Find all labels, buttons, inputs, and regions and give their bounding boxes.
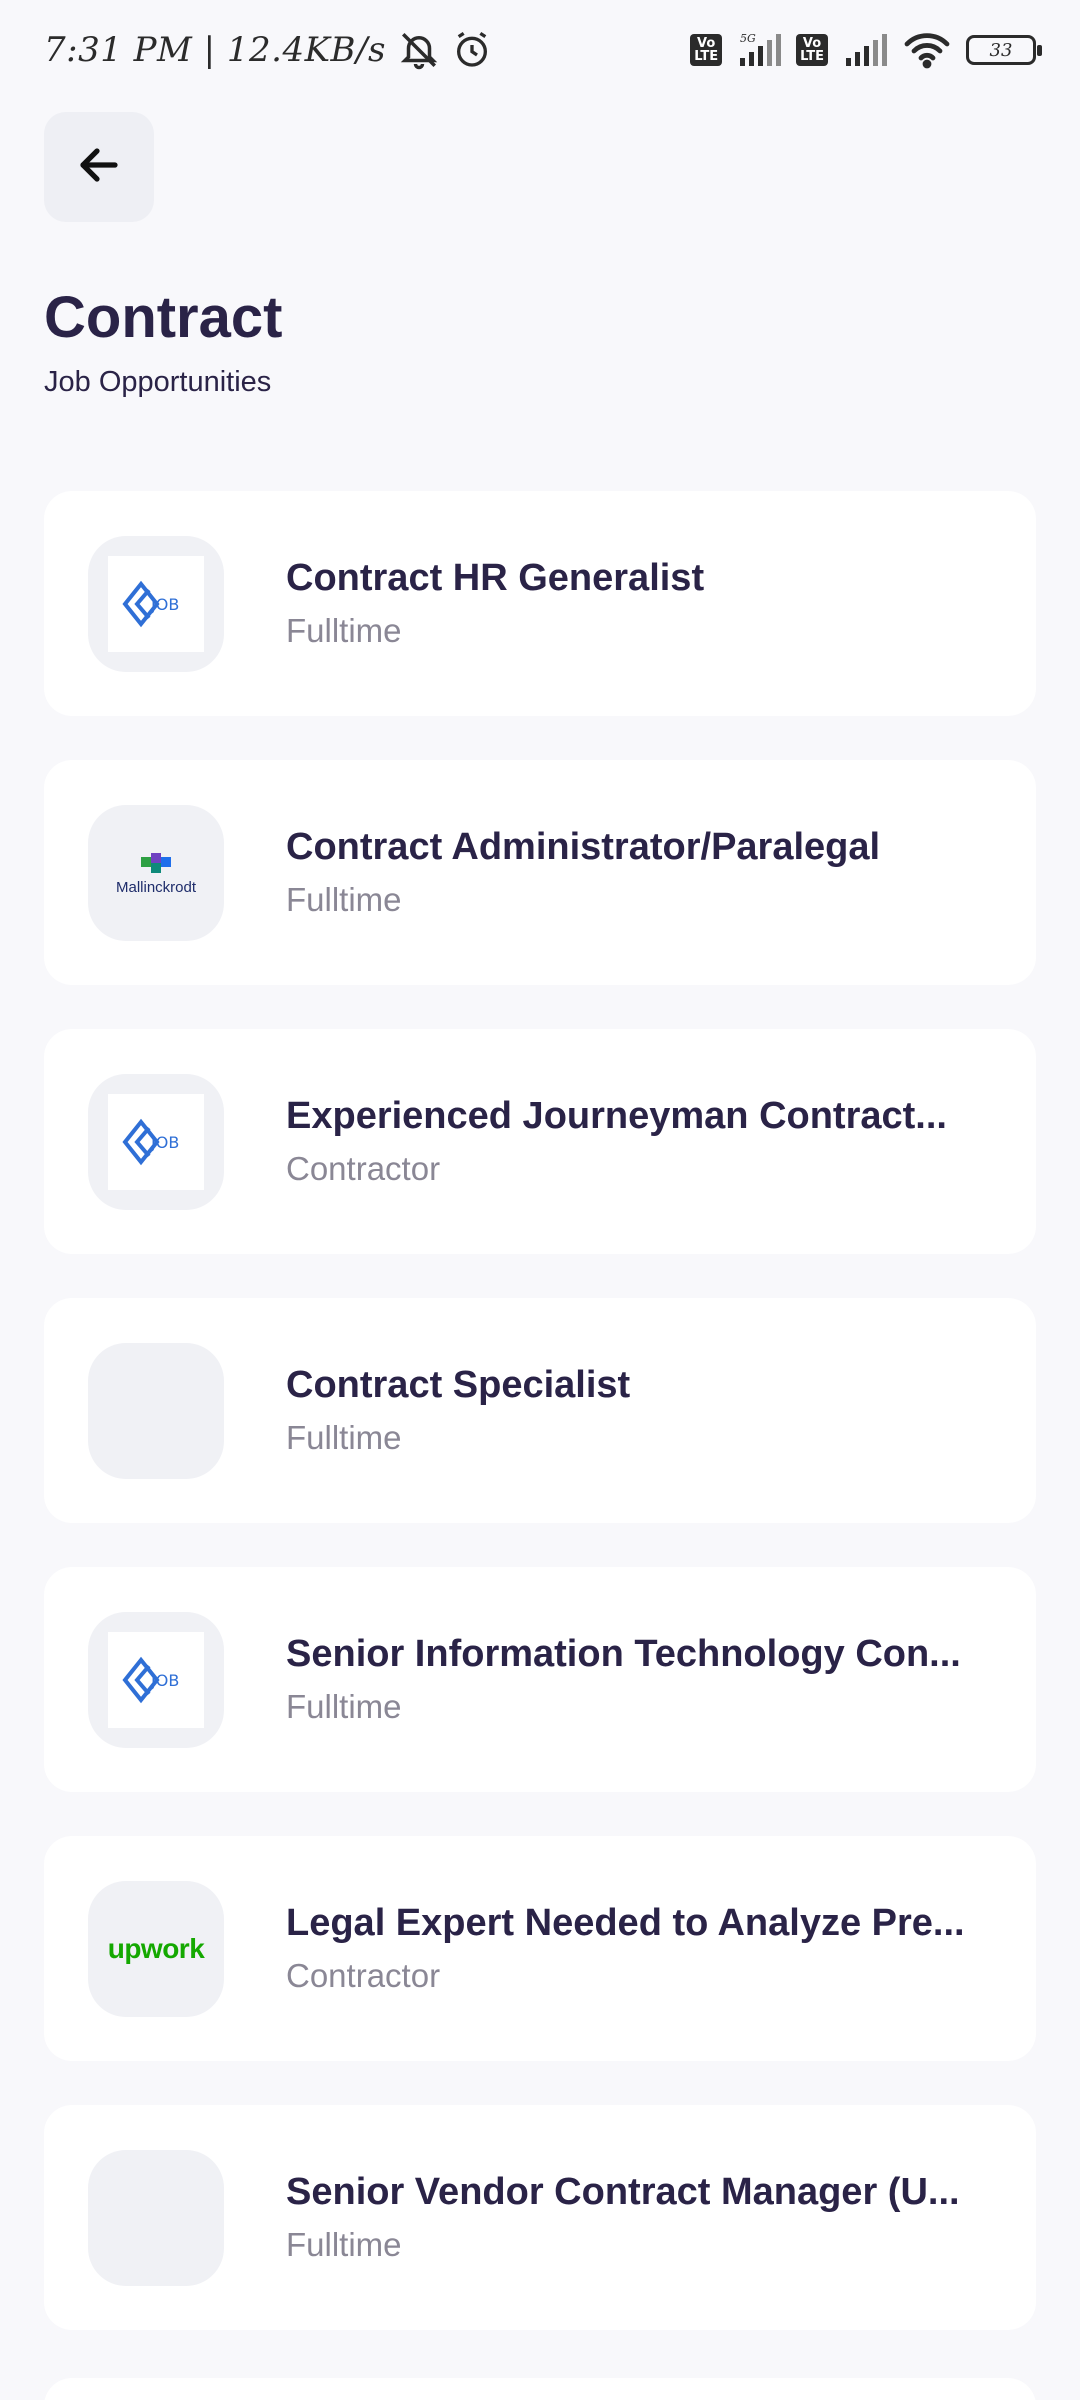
upwork-logo: upwork: [107, 1932, 205, 1964]
status-right: Vo LTE 5G Vo LTE 33: [690, 30, 1042, 70]
company-logo: upwork: [88, 1880, 224, 2017]
job-card[interactable]: JOB Senior Information Technology Con...…: [44, 1567, 1036, 1792]
job-type: Contractor: [286, 1957, 441, 1994]
job-title: Senior Vendor Contract Manager (U...: [286, 2171, 960, 2213]
job-card[interactable]: Senior Vendor Contract Manager (U... Ful…: [44, 2105, 1036, 2330]
company-logo: JOB: [88, 1611, 224, 1748]
arrow-left-icon: [75, 141, 123, 193]
job-card[interactable]: JOB Contract HR Generalist Fulltime: [44, 491, 1036, 716]
alarm-icon: [452, 30, 492, 70]
company-logo-placeholder: [88, 1342, 224, 1479]
svg-text:JOB: JOB: [150, 1133, 179, 1152]
job-title: Senior Information Technology Con...: [286, 1633, 961, 1675]
job-logo-icon: JOB: [122, 1656, 179, 1703]
job-title: Contract Specialist: [286, 1364, 631, 1406]
job-title: Contract Administrator/Paralegal: [286, 826, 881, 868]
battery-icon: 33: [966, 35, 1042, 65]
job-type: Contractor: [286, 1150, 441, 1187]
mallinckrodt-logo-text: Mallinckrodt: [115, 879, 197, 896]
job-title: Experienced Journeyman Contract...: [286, 1095, 947, 1137]
job-card[interactable]: Mallinckrodt Contract Administrator/Para…: [44, 760, 1036, 985]
volte-icon: Vo LTE: [690, 34, 723, 66]
job-list: JOB Contract HR Generalist Fulltime Mall…: [44, 491, 1036, 2374]
company-logo-placeholder: [88, 2149, 224, 2286]
signal-icon: [842, 32, 888, 68]
job-type: Fulltime: [286, 1419, 402, 1456]
job-card[interactable]: JOB Experienced Journeyman Contract... C…: [44, 1029, 1036, 1254]
page-title: Contract: [44, 285, 283, 350]
svg-text:JOB: JOB: [150, 595, 179, 614]
svg-text:5G: 5G: [740, 32, 756, 45]
volte-icon-2: Vo LTE: [796, 34, 828, 66]
wifi-icon: [902, 30, 952, 70]
job-type: Fulltime: [286, 881, 402, 918]
muted-bell-icon: [398, 29, 440, 71]
status-left: 7:31 PM | 12.4KB/s: [44, 29, 492, 71]
job-type: Fulltime: [286, 2226, 402, 2263]
job-title: Legal Expert Needed to Analyze Pre...: [286, 1902, 965, 1944]
mallinckrodt-logo: Mallinckrodt: [116, 849, 196, 896]
company-logo: JOB: [88, 1073, 224, 1210]
status-time: 7:31 PM | 12.4KB/s: [44, 30, 386, 70]
svg-text:JOB: JOB: [150, 1671, 179, 1690]
status-bar: 7:31 PM | 12.4KB/s Vo LTE 5G Vo LTE 33: [0, 0, 1080, 100]
cube-logo-icon: [141, 853, 171, 873]
signal-5g-icon: 5G: [736, 32, 782, 68]
company-logo: Mallinckrodt: [88, 804, 224, 941]
job-card-partial[interactable]: [44, 2378, 1036, 2400]
job-type: Fulltime: [286, 1688, 402, 1725]
back-button[interactable]: [44, 112, 154, 222]
page-subtitle: Job Opportunities: [44, 366, 272, 398]
job-logo-icon: JOB: [122, 580, 179, 627]
job-card[interactable]: upwork Legal Expert Needed to Analyze Pr…: [44, 1836, 1036, 2061]
job-card[interactable]: Contract Specialist Fulltime: [44, 1298, 1036, 1523]
job-title: Contract HR Generalist: [286, 557, 705, 599]
company-logo: JOB: [88, 535, 224, 672]
job-type: Fulltime: [286, 612, 402, 649]
job-logo-icon: JOB: [122, 1118, 179, 1165]
